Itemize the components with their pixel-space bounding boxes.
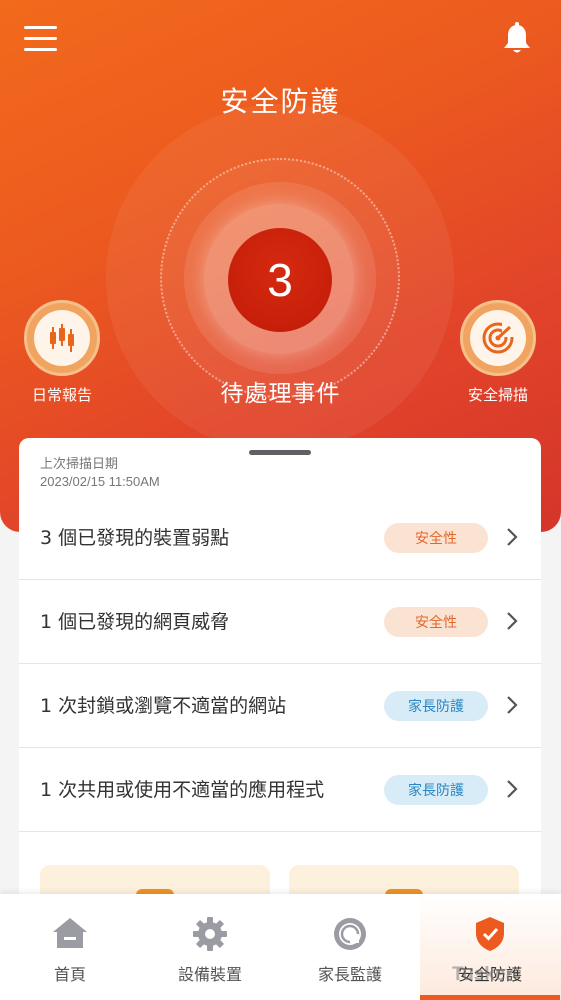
event-text: 1 個已發現的網頁威脅	[40, 611, 230, 633]
tab-devices[interactable]: 設備裝置	[140, 894, 280, 1000]
event-text: 1 次共用或使用不適當的應用程式	[40, 779, 325, 801]
menu-button[interactable]	[24, 24, 58, 54]
tab-label: 家長監護	[317, 965, 382, 984]
notification-button[interactable]	[502, 22, 532, 56]
gear-icon	[193, 917, 227, 951]
hamburger-icon	[24, 26, 57, 29]
parental-icon	[334, 918, 366, 950]
pending-count-button[interactable]: 3	[228, 228, 332, 332]
active-tab-indicator	[420, 995, 560, 1000]
daily-report-button[interactable]	[24, 300, 100, 376]
events-card: 上次掃描日期 2023/02/15 11:50AM 3 個已發現的裝置弱點 安全…	[19, 438, 541, 908]
pending-events-label: 待處理事件	[220, 381, 341, 407]
tab-parental[interactable]: 家長監護	[280, 894, 420, 1000]
candlestick-report-icon	[50, 324, 74, 352]
event-text: 1 次封鎖或瀏覽不適當的網站	[40, 695, 287, 717]
chevron-right-icon	[507, 528, 518, 546]
event-row-inappropriate-apps[interactable]: 1 次共用或使用不適當的應用程式 家長防護	[19, 748, 541, 832]
category-badge: 家長防護	[384, 691, 488, 721]
last-scan-date: 2023/02/15 11:50AM	[40, 474, 160, 489]
shield-check-icon	[476, 917, 504, 951]
drag-handle[interactable]	[249, 450, 311, 455]
pending-count: 3	[267, 254, 293, 306]
event-row-blocked-websites[interactable]: 1 次封鎖或瀏覽不適當的網站 家長防護	[19, 664, 541, 748]
chevron-right-icon	[507, 696, 518, 714]
security-scan-button[interactable]	[460, 300, 536, 376]
event-row-device-vulnerabilities[interactable]: 3 個已發現的裝置弱點 安全性	[19, 496, 541, 580]
event-text: 3 個已發現的裝置弱點	[40, 527, 230, 549]
event-row-web-threats[interactable]: 1 個已發現的網頁威脅 安全性	[19, 580, 541, 664]
page-title: 安全防護	[220, 85, 341, 118]
tab-label: 首頁	[53, 965, 86, 984]
category-badge: 家長防護	[384, 775, 488, 805]
tab-label: 設備裝置	[177, 965, 242, 984]
category-badge: 安全性	[384, 607, 488, 637]
last-scan-label: 上次掃描日期	[40, 457, 119, 472]
home-icon	[53, 918, 87, 948]
chevron-right-icon	[507, 612, 518, 630]
watermark-logo: Tusker	[452, 964, 513, 985]
tab-home[interactable]: 首頁	[0, 894, 140, 1000]
bell-icon	[504, 22, 530, 53]
category-badge: 安全性	[384, 523, 488, 553]
chevron-right-icon	[507, 780, 518, 798]
radar-scan-icon	[482, 322, 516, 354]
